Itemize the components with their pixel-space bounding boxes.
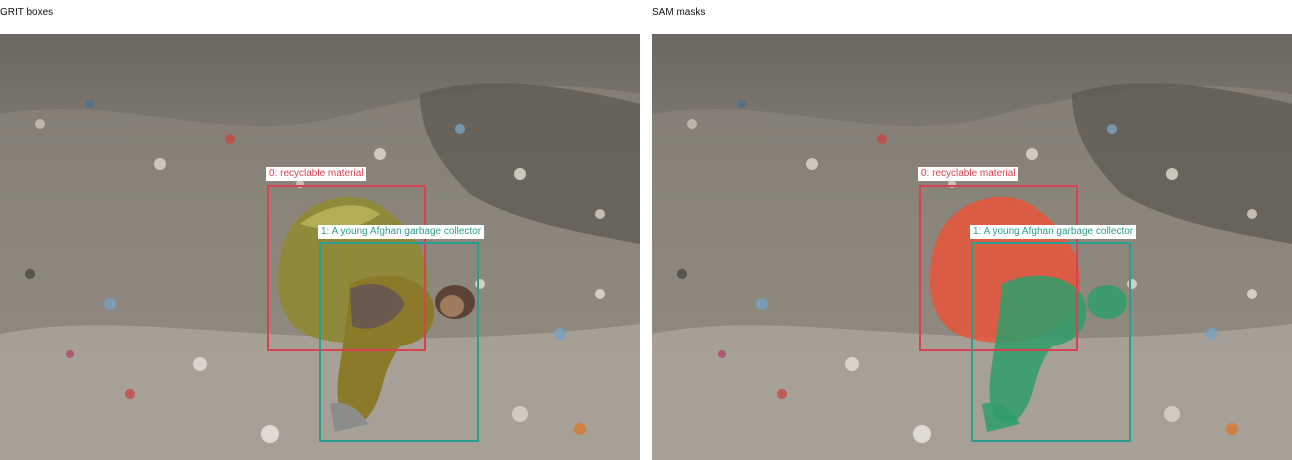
grit-box-label-garbage-collector: 1: A young Afghan garbage collector <box>318 225 485 239</box>
sam-box-label-recyclable-material: 0: recyclable material <box>918 167 1019 181</box>
grit-box-garbage-collector <box>319 242 479 442</box>
right-panel-title: SAM masks <box>652 7 706 18</box>
left-panel-title: GRIT boxes <box>0 7 54 18</box>
sam-box-label-garbage-collector: 1: A young Afghan garbage collector <box>970 225 1137 239</box>
sam-box-garbage-collector <box>971 242 1131 442</box>
grit-box-label-recyclable-material: 0: recyclable material <box>266 167 367 181</box>
